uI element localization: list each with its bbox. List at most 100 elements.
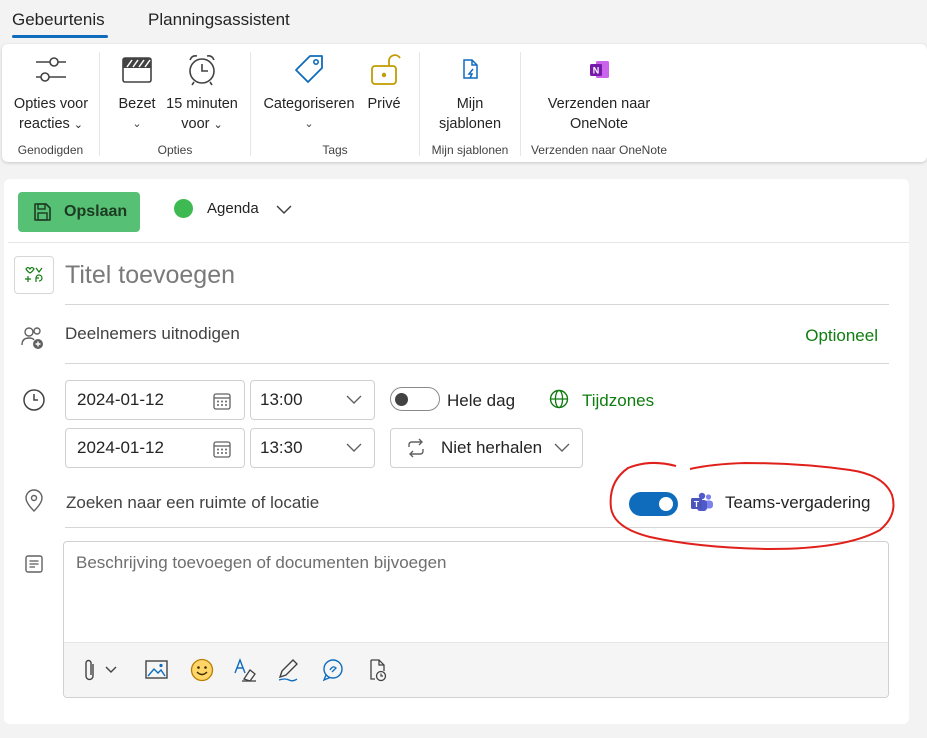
header-divider — [8, 242, 909, 243]
ribbon-group-label: Tags — [322, 143, 348, 157]
private-label: Privé — [367, 96, 401, 112]
end-date-picker[interactable]: 2024-01-12 — [65, 428, 245, 468]
location-pin-icon — [25, 489, 43, 512]
attach-icon[interactable] — [82, 657, 122, 683]
ribbon-group-genodigden: Opties voor reacties ⌄ Genodigden — [2, 44, 99, 162]
format-text-icon[interactable] — [232, 657, 258, 683]
title-input[interactable]: Titel toevoegen — [65, 261, 235, 290]
ribbon-group-label: Genodigden — [17, 143, 84, 157]
repeat-dropdown[interactable]: Niet herhalen — [390, 428, 583, 468]
end-date-value: 2024-01-12 — [77, 438, 164, 457]
toggle-knob — [395, 393, 408, 406]
clock-icon — [23, 389, 45, 411]
all-day-label: Hele dag — [447, 391, 516, 410]
draw-pen-icon[interactable] — [275, 657, 301, 683]
active-tab-indicator — [12, 35, 108, 38]
reminder-label-1: 15 minuten — [166, 96, 238, 112]
send-to-onenote-button[interactable]: N Verzenden naar OneNote — [535, 50, 663, 134]
show-as-busy-button[interactable]: Bezet ⌄ — [112, 50, 162, 134]
all-day-toggle[interactable] — [390, 387, 440, 411]
title-icon-button[interactable] — [14, 256, 54, 294]
lock-icon — [371, 54, 401, 85]
emoji-categories-icon — [25, 266, 43, 282]
reminder-button[interactable]: 15 minuten voor ⌄ — [162, 50, 242, 135]
location-underline — [65, 527, 889, 528]
my-templates-button[interactable]: Mijn sjablonen — [430, 50, 510, 134]
alarm-clock-icon — [189, 55, 215, 86]
globe-icon[interactable] — [549, 389, 569, 409]
svg-text:T: T — [694, 499, 700, 509]
document-sync-icon[interactable] — [364, 657, 390, 683]
optional-attendees-link[interactable]: Optioneel — [805, 326, 878, 346]
response-options-label-1: Opties voor — [13, 96, 89, 112]
start-date-value: 2024-01-12 — [77, 390, 164, 409]
tag-icon — [295, 55, 323, 83]
attendees-underline — [65, 363, 889, 364]
description-editor[interactable]: Beschrijving toevoegen of documenten bij… — [63, 541, 889, 698]
emoji-icon[interactable] — [189, 657, 215, 683]
ribbon-group-label: Opties — [157, 143, 193, 157]
teams-meeting-toggle[interactable] — [629, 492, 678, 516]
tab-gebeurtenis[interactable]: Gebeurtenis — [12, 10, 105, 30]
chevron-down-icon — [346, 443, 362, 452]
chevron-down-icon — [346, 395, 362, 404]
response-options-label-2: reacties — [18, 116, 70, 132]
chevron-down-icon: ⌄ — [132, 118, 142, 130]
ribbon-group-onenote: N Verzenden naar OneNote Verzenden naar … — [521, 44, 677, 162]
response-options-button[interactable]: Opties voor reacties ⌄ — [6, 50, 96, 135]
top-tab-bar: Gebeurtenis Planningsassistent — [0, 0, 927, 44]
teams-icon: T — [691, 492, 713, 511]
sliders-icon — [36, 57, 66, 82]
event-form-card: Opslaan Agenda Titel toevoegen Deelnemer… — [4, 179, 909, 724]
repeat-value: Niet herhalen — [441, 438, 543, 457]
onenote-icon: N — [590, 61, 609, 78]
chevron-down-icon: ⌄ — [304, 118, 314, 130]
chevron-down-icon: ⌄ — [213, 119, 223, 131]
my-templates-label-1: Mijn — [456, 96, 484, 112]
categorize-button[interactable]: Categoriseren ⌄ — [261, 50, 357, 134]
private-button[interactable]: Privé — [359, 50, 409, 114]
description-toolbar — [64, 642, 888, 697]
start-date-picker[interactable]: 2024-01-12 — [65, 380, 245, 420]
ribbon-group-label: Verzenden naar OneNote — [530, 143, 668, 157]
tab-planningsassistent[interactable]: Planningsassistent — [148, 10, 290, 30]
ribbon-group-mijn-sjablonen: Mijn sjablonen Mijn sjablonen — [420, 44, 520, 162]
calendar-selector[interactable]: Agenda — [174, 199, 293, 218]
teams-meeting-label: Teams-vergadering — [725, 493, 871, 512]
onenote-label-2: OneNote — [569, 116, 629, 132]
chevron-down-icon: ⌄ — [73, 119, 84, 131]
calendar-icon — [213, 393, 231, 410]
loop-chat-icon[interactable] — [320, 657, 346, 683]
add-people-icon — [21, 327, 43, 349]
chevron-down-icon — [276, 204, 292, 214]
attendees-input[interactable]: Deelnemers uitnodigen — [65, 324, 240, 344]
timezones-link[interactable]: Tijdzones — [582, 391, 654, 411]
save-icon — [34, 203, 51, 221]
image-icon[interactable] — [144, 657, 170, 683]
title-underline — [65, 304, 889, 305]
end-time-picker[interactable]: 13:30 — [250, 428, 375, 468]
my-templates-label-2: sjablonen — [438, 116, 502, 132]
toggle-knob — [659, 497, 673, 511]
template-icon — [463, 59, 478, 79]
repeat-icon — [408, 438, 424, 458]
ribbon-group-label: Mijn sjablonen — [431, 143, 509, 157]
start-time-value: 13:00 — [260, 390, 303, 409]
chevron-down-icon — [554, 443, 570, 452]
description-icon — [25, 555, 43, 573]
onenote-label-1: Verzenden naar — [547, 96, 651, 112]
end-time-value: 13:30 — [260, 438, 303, 457]
busy-icon — [122, 57, 152, 83]
svg-text:N: N — [593, 66, 600, 76]
calendar-label: Agenda — [207, 200, 259, 217]
start-time-picker[interactable]: 13:00 — [250, 380, 375, 420]
reminder-label-2: voor — [181, 116, 210, 132]
categorize-label: Categoriseren — [263, 96, 355, 112]
ribbon-group-tags: Categoriseren ⌄ Privé Tags — [251, 44, 419, 162]
calendar-color-dot — [174, 199, 193, 218]
location-input[interactable]: Zoeken naar een ruimte of locatie — [66, 493, 319, 513]
save-button[interactable]: Opslaan — [18, 192, 140, 232]
save-label: Opslaan — [64, 203, 128, 220]
description-input[interactable]: Beschrijving toevoegen of documenten bij… — [76, 553, 446, 573]
busy-label: Bezet — [118, 96, 156, 112]
